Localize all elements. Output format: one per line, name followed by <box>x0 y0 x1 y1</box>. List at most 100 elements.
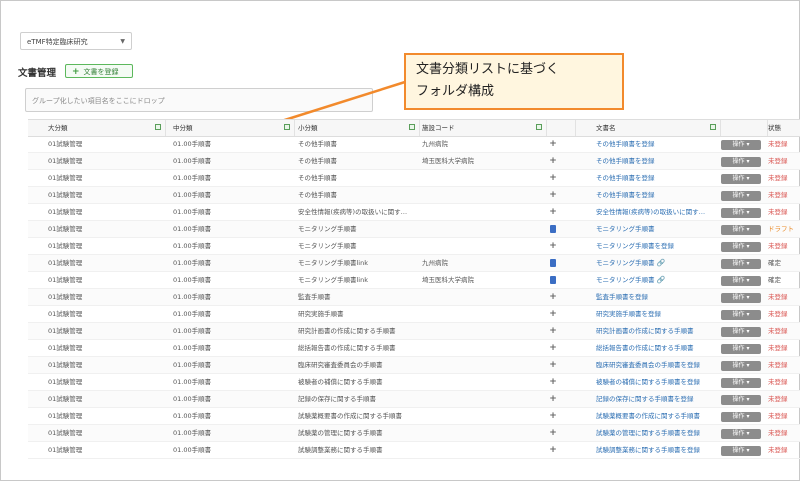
plus-icon[interactable]: + <box>549 326 557 336</box>
document-link-text[interactable]: その他手順書を登録 <box>596 140 655 148</box>
cell-action[interactable] <box>547 221 559 237</box>
filter-icon[interactable] <box>710 124 716 130</box>
operation-dropdown-button[interactable]: 操作 ▾ <box>721 395 761 405</box>
document-link[interactable]: 臨床研究審査委員会の手順書を登録 <box>596 357 724 373</box>
table-row[interactable]: 01試験管理 01.00手順書 総括報告書の作成に関する手順書 + 総括報告書の作成に関… <box>28 340 800 357</box>
operation-dropdown-button[interactable]: 操作 ▾ <box>721 293 761 303</box>
cell-action[interactable]: + <box>547 425 559 441</box>
plus-icon[interactable]: + <box>549 360 557 370</box>
document-link[interactable]: その他手順書を登録 <box>596 187 724 203</box>
group-drop-zone[interactable]: グループ化したい項目名をここにドロップ <box>25 88 373 112</box>
column-header-docname[interactable]: 文書名 <box>576 120 721 136</box>
project-select[interactable]: eTMF特定臨床研究 ▼ <box>20 32 132 50</box>
document-link[interactable]: 研究実施手順書を登録 <box>596 306 724 322</box>
plus-icon[interactable]: + <box>549 190 557 200</box>
cell-action[interactable] <box>547 255 559 271</box>
plus-icon[interactable]: + <box>549 207 557 217</box>
table-row[interactable]: 01試験管理 01.00手順書 その他手順書 埼玉医科大学病院 + その他手順書を登録 操作… <box>28 153 800 170</box>
document-icon[interactable] <box>550 225 556 233</box>
document-link-text[interactable]: その他手順書を登録 <box>596 157 655 165</box>
plus-icon[interactable]: + <box>549 241 557 251</box>
document-link[interactable]: モニタリング手順書 🔗 <box>596 272 724 288</box>
column-header-shisetsu[interactable]: 施設コード <box>402 120 547 136</box>
table-row[interactable]: 01試験管理 01.00手順書 モニタリング手順書 + モニタリング手順書を登録 操作 ▾… <box>28 238 800 255</box>
table-row[interactable]: 01試験管理 01.00手順書 モニタリング手順書 モニタリング手順書 操作 ▾ ドラフト <box>28 221 800 238</box>
operation-dropdown-button[interactable]: 操作 ▾ <box>721 259 761 269</box>
cell-action[interactable] <box>547 272 559 288</box>
document-link[interactable]: 記録の保存に関する手順書を登録 <box>596 391 724 407</box>
table-row[interactable]: 01試験管理 01.00手順書 記録の保存に関する手順書 + 記録の保存に関する手順書を… <box>28 391 800 408</box>
document-link-text[interactable]: 被験者の補償に関する手順書を登録 <box>596 378 700 386</box>
document-link-text[interactable]: 試験薬概要書の作成に関する手順書 <box>596 412 700 420</box>
document-icon[interactable] <box>550 276 556 284</box>
plus-icon[interactable]: + <box>549 309 557 319</box>
document-link-text[interactable]: モニタリング手順書を登録 <box>596 242 674 250</box>
operation-dropdown-button[interactable]: 操作 ▾ <box>721 174 761 184</box>
operation-dropdown-button[interactable]: 操作 ▾ <box>721 157 761 167</box>
operation-dropdown-button[interactable]: 操作 ▾ <box>721 225 761 235</box>
plus-icon[interactable]: + <box>549 139 557 149</box>
cell-action[interactable]: + <box>547 306 559 322</box>
table-row[interactable]: 01試験管理 01.00手順書 臨床研究審査委員会の手順書 + 臨床研究審査委員会の手順… <box>28 357 800 374</box>
document-link-text[interactable]: モニタリング手順書 <box>596 259 655 267</box>
plus-icon[interactable]: + <box>549 428 557 438</box>
cell-action[interactable]: + <box>547 340 559 356</box>
document-link[interactable]: モニタリング手順書を登録 <box>596 238 724 254</box>
cell-action[interactable]: + <box>547 442 559 458</box>
operation-dropdown-button[interactable]: 操作 ▾ <box>721 327 761 337</box>
cell-action[interactable]: + <box>547 204 559 220</box>
document-icon[interactable] <box>550 259 556 267</box>
document-link[interactable]: 試験調整業務に関する手順書を登録 <box>596 442 724 458</box>
cell-action[interactable]: + <box>547 136 559 152</box>
plus-icon[interactable]: + <box>549 292 557 302</box>
operation-dropdown-button[interactable]: 操作 ▾ <box>721 276 761 286</box>
document-link-text[interactable]: 試験薬の管理に関する手順書を登録 <box>596 429 700 437</box>
document-link[interactable]: その他手順書を登録 <box>596 136 724 152</box>
document-link[interactable]: 被験者の補償に関する手順書を登録 <box>596 374 724 390</box>
plus-icon[interactable]: + <box>549 343 557 353</box>
column-header-status[interactable]: 状態 <box>768 120 800 136</box>
plus-icon[interactable]: + <box>549 377 557 387</box>
plus-icon[interactable]: + <box>549 445 557 455</box>
document-link-text[interactable]: 安全性情報(疾病等)の取扱いに関す… <box>596 208 705 216</box>
column-header-sho[interactable]: 小分類 <box>278 120 420 136</box>
document-link[interactable]: 試験薬概要書の作成に関する手順書 <box>596 408 724 424</box>
document-link[interactable]: 研究計画書の作成に関する手順書 <box>596 323 724 339</box>
plus-icon[interactable]: + <box>549 173 557 183</box>
table-row[interactable]: 01試験管理 01.00手順書 監査手順書 + 監査手順書を登録 操作 ▾ 未登録 <box>28 289 800 306</box>
cell-action[interactable]: + <box>547 238 559 254</box>
operation-dropdown-button[interactable]: 操作 ▾ <box>721 412 761 422</box>
document-link[interactable]: 安全性情報(疾病等)の取扱いに関す… <box>596 204 724 220</box>
table-row[interactable]: 01試験管理 01.00手順書 その他手順書 + その他手順書を登録 操作 ▾ 未登録 <box>28 187 800 204</box>
table-row[interactable]: 01試験管理 01.00手順書 その他手順書 九州病院 + その他手順書を登録 操作 ▾ 未登… <box>28 136 800 153</box>
table-row[interactable]: 01試験管理 01.00手順書 試験調整業務に関する手順書 + 試験調整業務に関する手順… <box>28 442 800 459</box>
cell-action[interactable]: + <box>547 391 559 407</box>
table-row[interactable]: 01試験管理 01.00手順書 安全性情報(疾病等)の取扱いに関す… + 安全性情報(疾… <box>28 204 800 221</box>
document-link[interactable]: モニタリング手順書 <box>596 221 724 237</box>
plus-icon[interactable]: + <box>549 411 557 421</box>
document-link-text[interactable]: その他手順書を登録 <box>596 191 655 199</box>
table-row[interactable]: 01試験管理 01.00手順書 モニタリング手順書link 九州病院 モニタリング手順書… <box>28 255 800 272</box>
operation-dropdown-button[interactable]: 操作 ▾ <box>721 429 761 439</box>
cell-action[interactable]: + <box>547 374 559 390</box>
table-row[interactable]: 01試験管理 01.00手順書 試験薬概要書の作成に関する手順書 + 試験薬概要書の作成… <box>28 408 800 425</box>
column-header-dai[interactable]: 大分類 <box>28 120 166 136</box>
operation-dropdown-button[interactable]: 操作 ▾ <box>721 208 761 218</box>
filter-icon[interactable] <box>536 124 542 130</box>
document-link-text[interactable]: 監査手順書を登録 <box>596 293 648 301</box>
plus-icon[interactable]: + <box>549 156 557 166</box>
document-link-text[interactable]: モニタリング手順書 <box>596 225 655 233</box>
plus-icon[interactable]: + <box>549 394 557 404</box>
operation-dropdown-button[interactable]: 操作 ▾ <box>721 140 761 150</box>
document-link-text[interactable]: 試験調整業務に関する手順書を登録 <box>596 446 700 454</box>
register-document-button[interactable]: + 文書を登録 <box>65 64 133 78</box>
document-link[interactable]: 監査手順書を登録 <box>596 289 724 305</box>
table-row[interactable]: 01試験管理 01.00手順書 試験薬の管理に関する手順書 + 試験薬の管理に関する手順… <box>28 425 800 442</box>
document-link-text[interactable]: 研究計画書の作成に関する手順書 <box>596 327 694 335</box>
operation-dropdown-button[interactable]: 操作 ▾ <box>721 344 761 354</box>
document-link[interactable]: その他手順書を登録 <box>596 170 724 186</box>
operation-dropdown-button[interactable]: 操作 ▾ <box>721 310 761 320</box>
operation-dropdown-button[interactable]: 操作 ▾ <box>721 378 761 388</box>
column-header-chu[interactable]: 中分類 <box>153 120 295 136</box>
operation-dropdown-button[interactable]: 操作 ▾ <box>721 242 761 252</box>
